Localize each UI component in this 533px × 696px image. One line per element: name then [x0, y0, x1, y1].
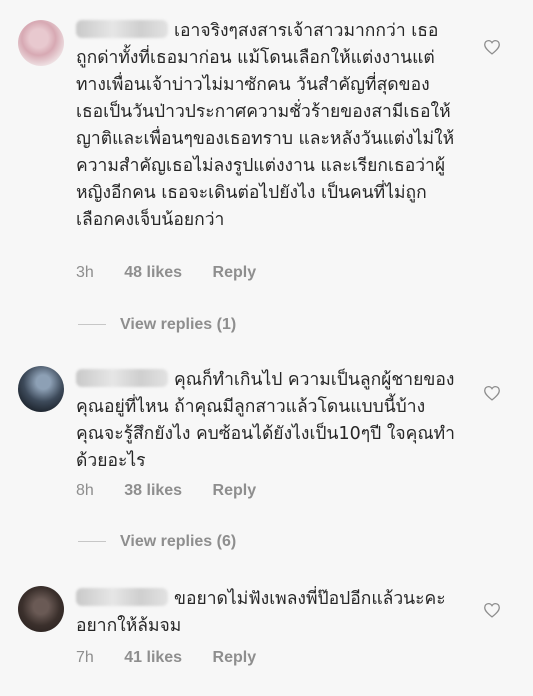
comment-time: 8h [76, 482, 94, 499]
avatar[interactable] [18, 20, 64, 66]
username-blurred[interactable] [76, 588, 168, 606]
likes-count[interactable]: 38 likes [124, 482, 182, 499]
view-replies-label: View replies (1) [120, 316, 237, 333]
avatar[interactable] [18, 366, 64, 412]
username-blurred[interactable] [76, 20, 168, 38]
reply-button[interactable]: Reply [213, 649, 257, 666]
comment-time: 7h [76, 649, 94, 666]
avatar[interactable] [18, 586, 64, 632]
likes-count[interactable]: 48 likes [124, 264, 182, 281]
reply-button[interactable]: Reply [213, 482, 257, 499]
likes-count[interactable]: 41 likes [124, 649, 182, 666]
reply-button[interactable]: Reply [213, 264, 257, 281]
divider [78, 324, 106, 326]
divider [78, 541, 106, 543]
username-blurred[interactable] [76, 369, 168, 387]
view-replies-label: View replies (6) [120, 533, 237, 550]
heart-outline-icon[interactable] [483, 602, 501, 618]
view-replies-button[interactable]: View replies (6) [78, 533, 236, 551]
comment-text: เอาจริงๆสงสารเจ้าสาวมากกว่า เธอถูกด่าทั้… [76, 21, 455, 230]
comment-time: 3h [76, 264, 94, 281]
heart-outline-icon[interactable] [483, 39, 501, 55]
comment-meta: 3h 48 likes Reply [76, 264, 282, 282]
comment-meta: 7h 41 likes Reply [76, 649, 282, 667]
view-replies-button[interactable]: View replies (1) [78, 316, 236, 334]
heart-outline-icon[interactable] [483, 385, 501, 401]
comment-meta: 8h 38 likes Reply [76, 482, 282, 500]
